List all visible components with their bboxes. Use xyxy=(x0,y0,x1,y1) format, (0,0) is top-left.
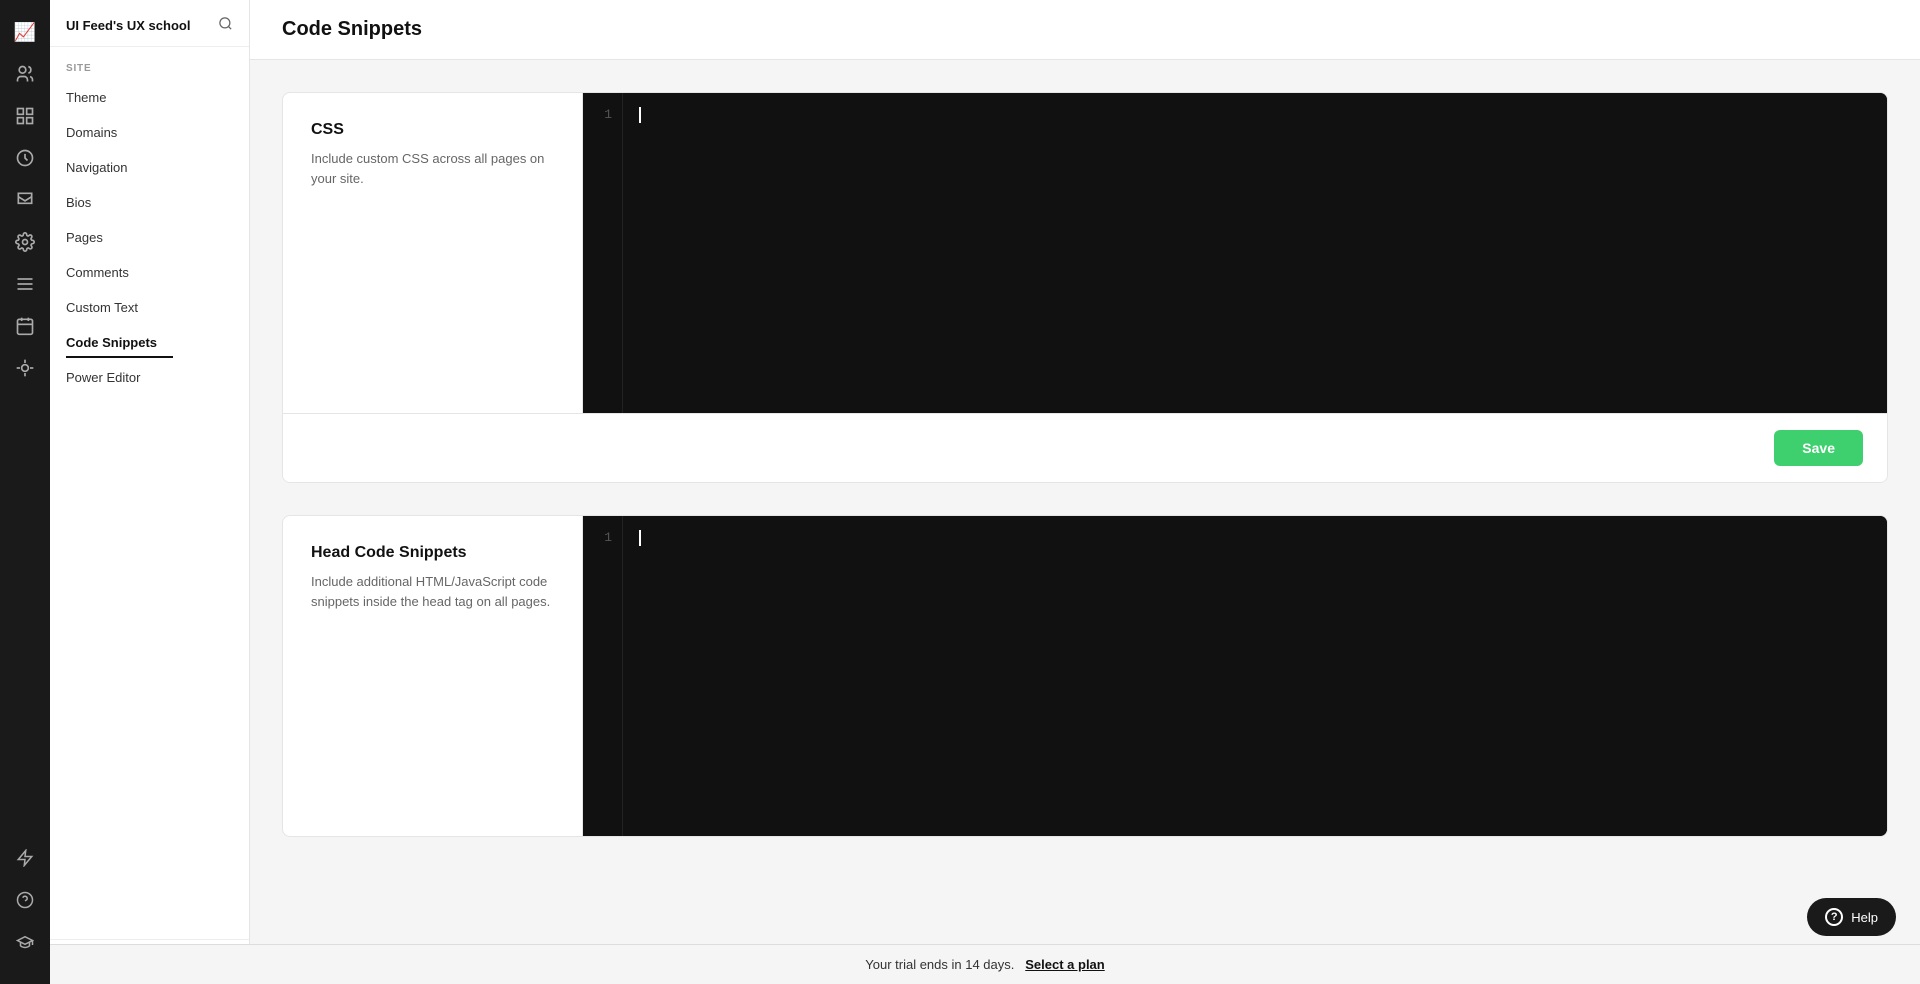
css-section-title: CSS xyxy=(311,121,554,139)
head-code-section-title: Head Code Snippets xyxy=(311,544,554,562)
integrations-icon[interactable] xyxy=(5,348,45,388)
help-label: Help xyxy=(1851,910,1878,925)
css-save-button[interactable]: Save xyxy=(1774,430,1863,466)
sidebar-item-pages[interactable]: Pages xyxy=(50,222,249,253)
sidebar-item-code-snippets[interactable]: Code Snippets xyxy=(66,327,173,358)
icon-nav-top: 📈 xyxy=(5,12,45,834)
icon-nav-bottom xyxy=(5,838,45,972)
css-code-editor[interactable]: 1 xyxy=(583,93,1887,413)
sidebar-app-title: UI Feed's UX school xyxy=(66,18,190,33)
charts-icon[interactable] xyxy=(5,264,45,304)
dashboard-icon[interactable] xyxy=(5,96,45,136)
main-header: Code Snippets xyxy=(250,0,1920,60)
head-code-section-body: Head Code Snippets Include additional HT… xyxy=(283,516,1887,836)
trial-text: Your trial ends in 14 days. xyxy=(865,957,1014,972)
sidebar-item-wrapper-comments: Comments xyxy=(50,255,249,290)
search-icon[interactable] xyxy=(218,16,233,34)
finance-icon[interactable] xyxy=(5,138,45,178)
css-code-content[interactable] xyxy=(623,93,1887,413)
css-section-footer: Save xyxy=(283,413,1887,482)
head-code-content[interactable] xyxy=(623,516,1887,836)
sidebar-item-bios[interactable]: Bios xyxy=(50,187,249,218)
inbox-icon[interactable] xyxy=(5,180,45,220)
sidebar-item-wrapper-power-editor: Power Editor xyxy=(50,360,249,395)
help-circle-icon: ? xyxy=(1825,908,1843,926)
css-section-body: CSS Include custom CSS across all pages … xyxy=(283,93,1887,413)
sidebar-item-wrapper-code-snippets: Code Snippets xyxy=(50,325,249,360)
sidebar-section-label: SITE xyxy=(50,47,249,80)
main-content: CSS Include custom CSS across all pages … xyxy=(250,60,1920,901)
head-cursor xyxy=(639,530,641,546)
trial-banner: Your trial ends in 14 days. Select a pla… xyxy=(50,944,1920,984)
css-cursor-line xyxy=(639,105,1871,123)
sidebar-item-comments[interactable]: Comments xyxy=(50,257,249,288)
head-code-section-card: Head Code Snippets Include additional HT… xyxy=(282,515,1888,837)
page-title: Code Snippets xyxy=(282,18,1888,41)
sidebar-item-wrapper-bios: Bios xyxy=(50,185,249,220)
calendar-icon[interactable] xyxy=(5,306,45,346)
head-code-editor[interactable]: 1 xyxy=(583,516,1887,836)
sidebar-item-wrapper-navigation: Navigation xyxy=(50,150,249,185)
css-section-desc: Include custom CSS across all pages on y… xyxy=(311,149,554,188)
sidebar-item-power-editor[interactable]: Power Editor xyxy=(50,362,249,393)
head-line-numbers: 1 xyxy=(583,516,623,836)
help-button[interactable]: ? Help xyxy=(1807,898,1896,936)
head-code-section-desc: Include additional HTML/JavaScript code … xyxy=(311,572,554,611)
sidebar-item-navigation[interactable]: Navigation xyxy=(50,152,249,183)
sidebar-item-wrapper-custom-text: Custom Text xyxy=(50,290,249,325)
css-section-info: CSS Include custom CSS across all pages … xyxy=(283,93,583,413)
css-section-card: CSS Include custom CSS across all pages … xyxy=(282,92,1888,483)
help-nav-icon[interactable] xyxy=(5,880,45,920)
sidebar-item-wrapper-domains: Domains xyxy=(50,115,249,150)
head-code-section-info: Head Code Snippets Include additional HT… xyxy=(283,516,583,836)
sidebar-item-custom-text[interactable]: Custom Text xyxy=(50,292,249,323)
head-line-number-1: 1 xyxy=(597,528,612,549)
css-cursor xyxy=(639,107,641,123)
sidebar-header: UI Feed's UX school xyxy=(50,0,249,47)
sidebar-item-theme[interactable]: Theme xyxy=(50,82,249,113)
main-content-area: Code Snippets CSS Include custom CSS acr… xyxy=(250,0,1920,984)
css-line-numbers: 1 xyxy=(583,93,623,413)
learn-icon[interactable] xyxy=(5,922,45,962)
settings-icon[interactable] xyxy=(5,222,45,262)
sidebar-item-wrapper-pages: Pages xyxy=(50,220,249,255)
head-cursor-line xyxy=(639,528,1871,546)
icon-nav: 📈 xyxy=(0,0,50,984)
flash-icon[interactable] xyxy=(5,838,45,878)
css-line-number-1: 1 xyxy=(597,105,612,126)
analytics-icon[interactable]: 📈 xyxy=(5,12,45,52)
trial-select-plan-link[interactable]: Select a plan xyxy=(1025,957,1104,972)
people-icon[interactable] xyxy=(5,54,45,94)
sidebar-item-wrapper-theme: Theme xyxy=(50,80,249,115)
sidebar: UI Feed's UX school SITE Theme Domains N… xyxy=(50,0,250,984)
sidebar-item-domains[interactable]: Domains xyxy=(50,117,249,148)
